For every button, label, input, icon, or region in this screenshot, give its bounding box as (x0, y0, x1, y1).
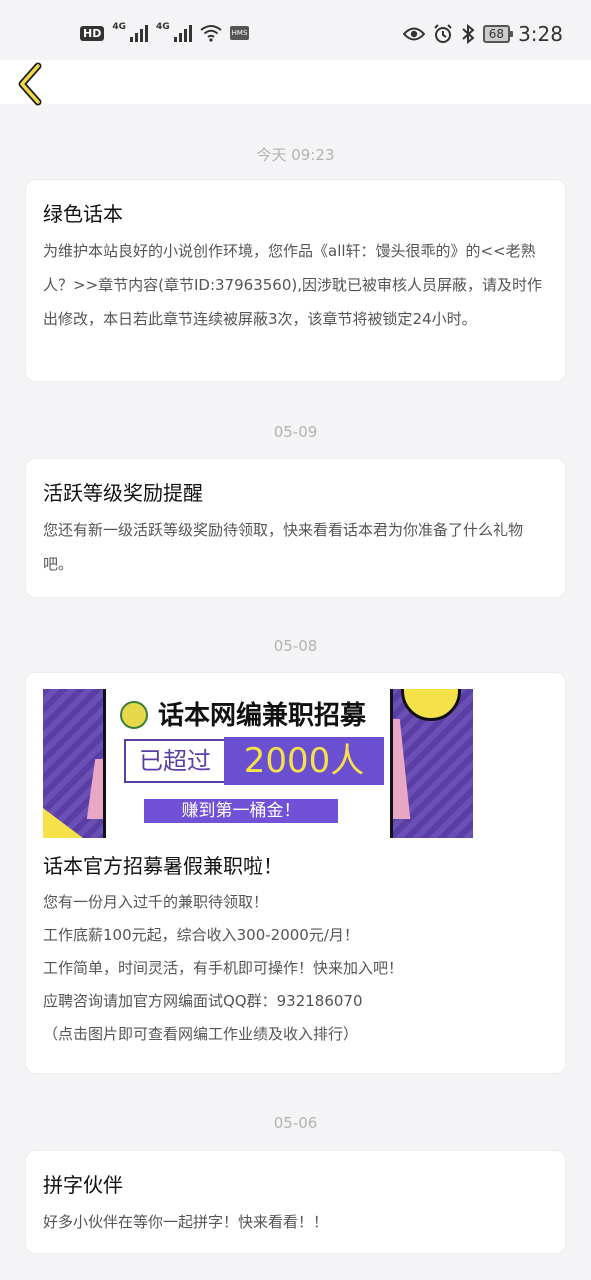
message-title: 绿色话本 (43, 202, 123, 226)
status-right: 68 3:28 (402, 22, 563, 46)
clock: 3:28 (518, 22, 563, 46)
hms-icon: HMS (229, 26, 250, 40)
message-body-line: 应聘咨询请加官方网编面试QQ群：932186070 (43, 992, 363, 1010)
message-body-line: 工作简单，时间灵活，有手机即可操作！快来加入吧！ (43, 959, 404, 977)
signal-icon (130, 24, 148, 42)
banner-cta: 赚到第一桶金！ (144, 799, 338, 823)
message-body: 为维护本站良好的小说创作环境，您作品《all轩：馒头很乖的》的<<老熟人？>>章… (43, 234, 548, 336)
wifi-icon (200, 25, 222, 42)
message-title: 拼字伙伴 (43, 1173, 123, 1197)
message-timestamp: 05-09 (273, 423, 318, 441)
message-body-line: 您还有新一级活跃等级奖励待领取，快来看看话本君为你准备了什么礼物吧。 (43, 521, 524, 573)
hd-icon: HD (80, 25, 105, 41)
recruitment-banner[interactable]: 话本网编兼职招募 已超过 2000人 赚到第一桶金！ (43, 689, 473, 838)
message-body-line: 工作底薪100元起，综合收入300-2000元/月！ (43, 926, 359, 944)
status-left: HD 4G 4G HMS (80, 22, 250, 42)
bluetooth-icon (462, 24, 475, 44)
eye-icon (402, 27, 425, 41)
banner-decoration (43, 808, 83, 838)
message-body: 您有一份月入过千的兼职待领取！ 工作底薪100元起，综合收入300-2000元/… (43, 886, 548, 1051)
banner-headline: 话本网编兼职招募 (158, 701, 367, 731)
status-bar: HD 4G 4G HMS 68 3:28 (0, 0, 591, 60)
network-type-label: 4G (156, 22, 170, 32)
top-nav (0, 60, 591, 106)
message-body-line: 好多小伙伴在等你一起拼字！快来看看！！ (43, 1213, 329, 1231)
banner-count: 2000人 (224, 737, 384, 785)
app-logo-icon (120, 701, 148, 729)
message-body-line: 您有一份月入过千的兼职待领取！ (43, 893, 269, 911)
battery-icon: 68 (482, 25, 514, 43)
message-body: 您还有新一级活跃等级奖励待领取，快来看看话本君为你准备了什么礼物吧。 (43, 513, 548, 581)
banner-exceeded-label: 已超过 (124, 739, 226, 783)
message-title: 话本官方招募暑假兼职啦！ (43, 854, 283, 878)
message-card[interactable]: 活跃等级奖励提醒 您还有新一级活跃等级奖励待领取，快来看看话本君为你准备了什么礼… (25, 458, 566, 598)
message-timestamp: 05-06 (273, 1114, 318, 1132)
network-type-label: 4G (112, 22, 126, 32)
message-body-line: 为维护本站良好的小说创作环境，您作品《all轩：馒头很乖的》的<<老熟人？>>章… (43, 242, 542, 328)
message-title: 活跃等级奖励提醒 (43, 481, 203, 505)
chevron-left-icon (18, 62, 42, 106)
message-card[interactable]: 话本网编兼职招募 已超过 2000人 赚到第一桶金！ 话本官方招募暑假兼职啦！ … (25, 672, 566, 1074)
alarm-icon (434, 24, 452, 43)
back-button[interactable] (14, 62, 48, 106)
message-timestamp: 今天 09:23 (256, 146, 335, 164)
message-body: 好多小伙伴在等你一起拼字！快来看看！！ (43, 1205, 548, 1239)
message-card[interactable]: 拼字伙伴 好多小伙伴在等你一起拼字！快来看看！！ (25, 1150, 566, 1254)
message-timestamp: 05-08 (273, 637, 318, 655)
message-body-line: （点击图片即可查看网编工作业绩及收入排行） (43, 1025, 359, 1043)
message-card[interactable]: 绿色话本 为维护本站良好的小说创作环境，您作品《all轩：馒头很乖的》的<<老熟… (25, 179, 566, 382)
banner-panel: 话本网编兼职招募 已超过 2000人 赚到第一桶金！ (103, 689, 393, 838)
signal-icon (173, 24, 192, 42)
